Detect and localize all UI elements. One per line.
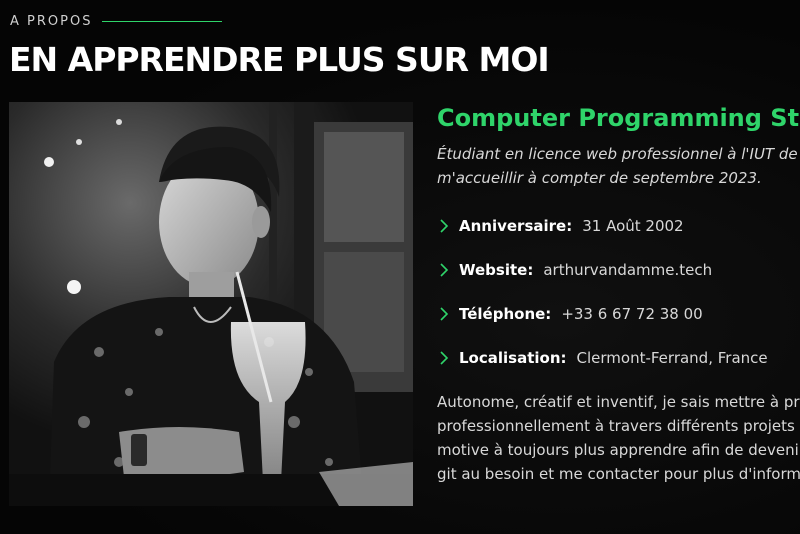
section-title: EN APPRENDRE PLUS SUR MOI	[9, 40, 550, 79]
info-label: Localisation:	[459, 349, 567, 367]
job-title: Computer Programming Stud	[437, 104, 800, 132]
info-value: 31 Août 2002	[582, 217, 684, 235]
info-item-phone: Téléphone: +33 6 67 72 38 00	[437, 292, 800, 336]
info-value: Clermont-Ferrand, France	[576, 349, 768, 367]
profile-photo	[9, 102, 413, 506]
info-label: Anniversaire:	[459, 217, 573, 235]
bio-line: professionnellement à travers différents…	[437, 417, 800, 435]
intro-text: Étudiant en licence web professionnel à …	[437, 142, 800, 190]
profile-content: Computer Programming Stud Étudiant en li…	[437, 102, 800, 486]
chevron-right-icon	[440, 351, 449, 365]
info-label: Website:	[459, 261, 534, 279]
intro-line: m'accueillir à compter de septembre 2023…	[437, 169, 762, 187]
phone-link[interactable]: +33 6 67 72 38 00	[561, 305, 702, 323]
eyebrow-divider	[102, 21, 223, 22]
eyebrow-label: A PROPOS	[10, 14, 93, 29]
bio-text: Autonome, créatif et inventif, je sais m…	[437, 390, 800, 486]
info-item-birthday: Anniversaire: 31 Août 2002	[437, 204, 800, 248]
info-label: Téléphone:	[459, 305, 552, 323]
info-item-website: Website: arthurvandamme.tech	[437, 248, 800, 292]
bio-line: git au besoin et me contacter pour plus …	[437, 465, 800, 483]
chevron-right-icon	[440, 307, 449, 321]
info-item-location: Localisation: Clermont-Ferrand, France	[437, 336, 800, 380]
bio-line: Autonome, créatif et inventif, je sais m…	[437, 393, 800, 411]
intro-line: Étudiant en licence web professionnel à …	[437, 145, 800, 163]
section-eyebrow: A PROPOS	[10, 14, 223, 29]
bio-line: motive à toujours plus apprendre afin de…	[437, 441, 800, 459]
chevron-right-icon	[440, 263, 449, 277]
chevron-right-icon	[440, 219, 449, 233]
website-link[interactable]: arthurvandamme.tech	[543, 261, 712, 279]
about-section: A PROPOS EN APPRENDRE PLUS SUR MOI Compu…	[0, 0, 800, 534]
info-list: Anniversaire: 31 Août 2002 Website: arth…	[437, 204, 800, 380]
